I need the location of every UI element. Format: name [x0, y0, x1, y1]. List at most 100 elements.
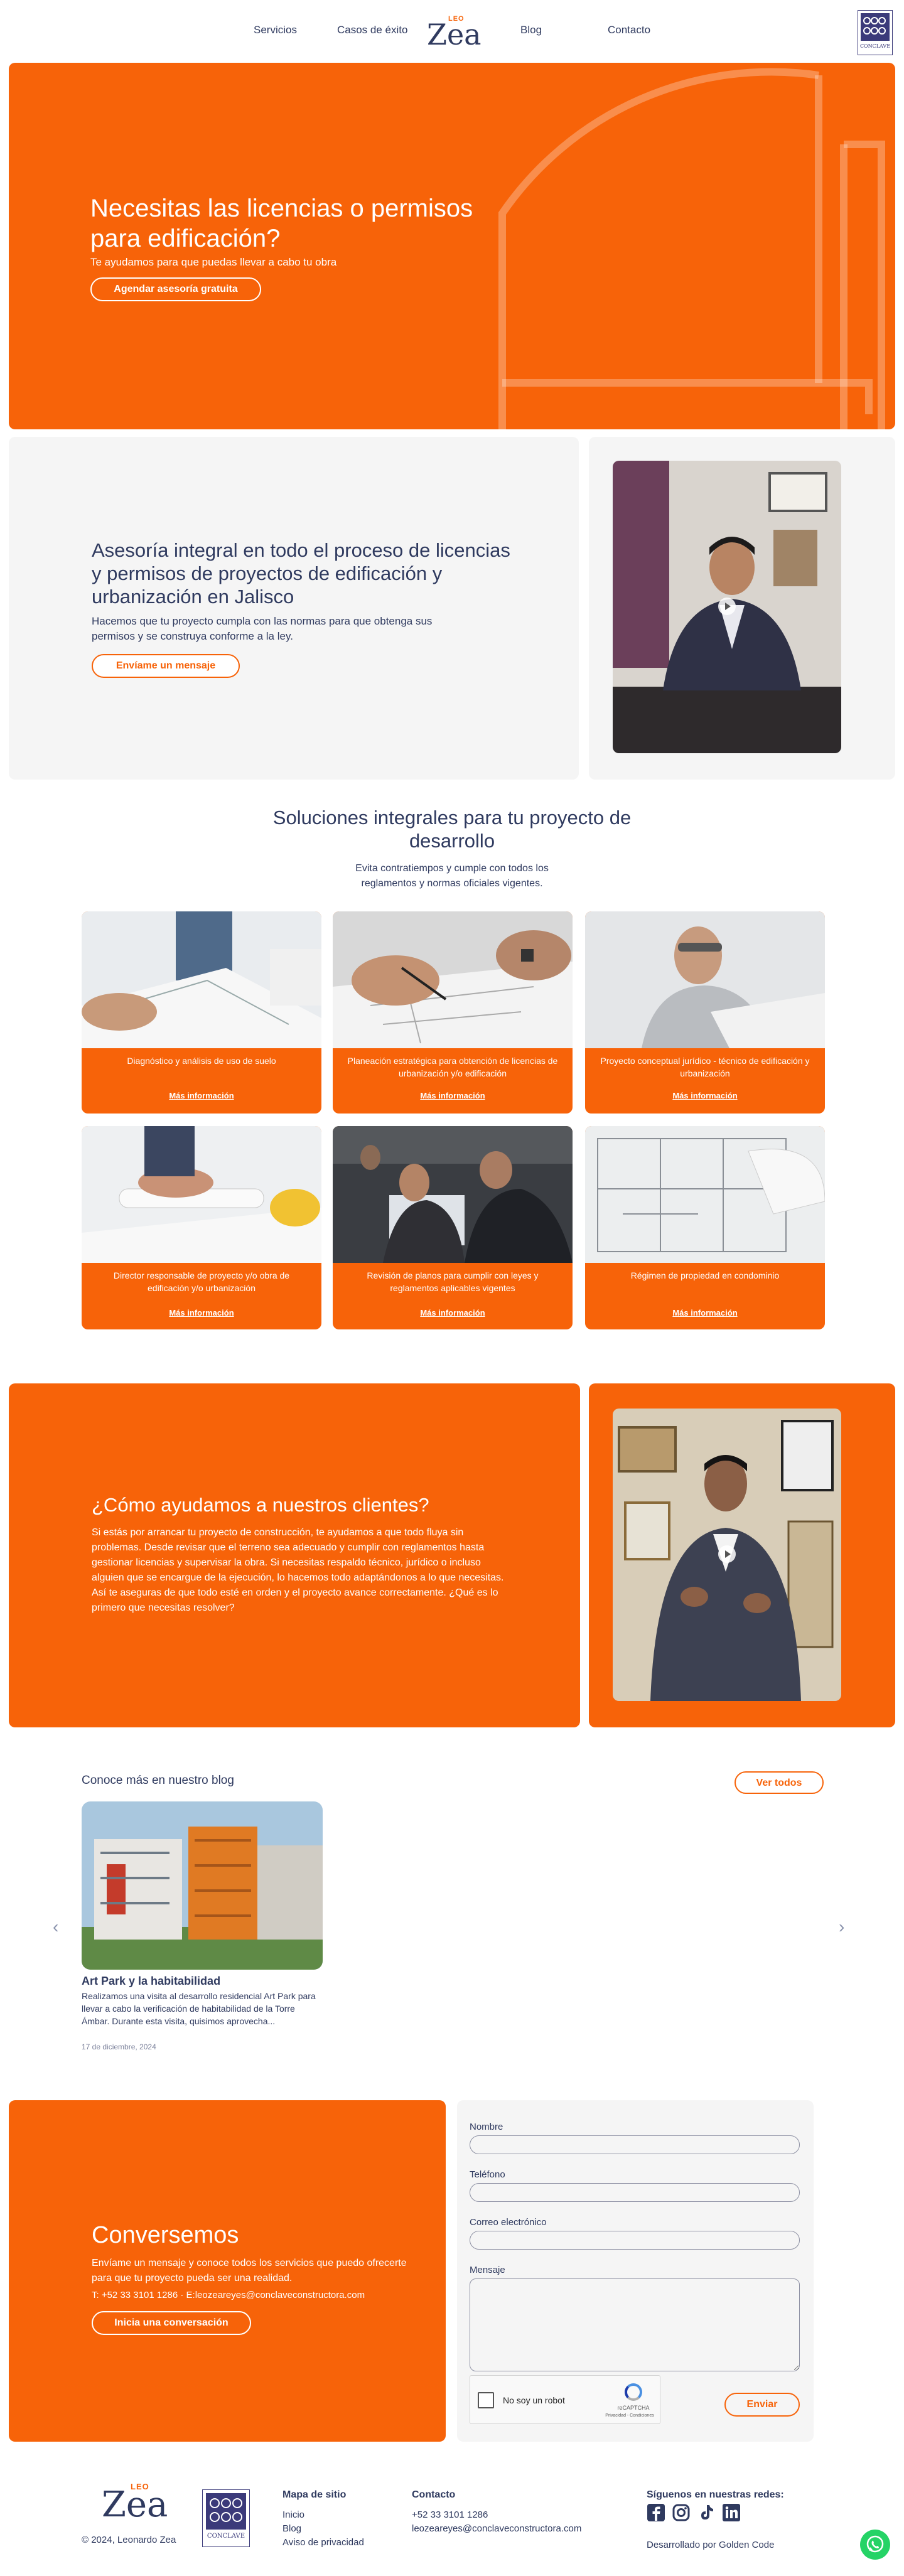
conclave-logo[interactable]: CONCLAVE — [858, 10, 893, 55]
social-title: Síguenos en nuestras redes: — [647, 2489, 784, 2500]
nav-casos-exito[interactable]: Casos de éxito — [337, 24, 407, 36]
hero-title: Necesitas las licencias o permisos para … — [90, 195, 473, 252]
footer-link-blog[interactable]: Blog — [282, 2522, 364, 2536]
residential-towers-image — [82, 1801, 323, 1970]
recaptcha-widget: No soy un robot reCAPTCHA Privacidad - C… — [470, 2375, 660, 2424]
service-card-title: Régimen de propiedad en condominio — [630, 1270, 780, 1280]
solutions-subtitle: Evita contratiempos y cumple con todos l… — [355, 863, 549, 889]
more-info-link[interactable]: Más información — [82, 1308, 321, 1318]
top-navigation: Servicios Casos de éxito LEO Zea Blog Co… — [0, 0, 904, 62]
carousel-next-icon[interactable]: › — [839, 1917, 844, 1937]
captcha-terms[interactable]: Privacidad - Condiciones — [600, 2413, 660, 2418]
whatsapp-icon — [866, 2535, 884, 2553]
linkedin-icon[interactable] — [722, 2503, 741, 2522]
service-card[interactable]: Diagnóstico y análisis de uso de suelo M… — [82, 911, 321, 1114]
tiktok-icon[interactable] — [697, 2503, 716, 2522]
social-icons — [647, 2503, 747, 2523]
more-info-link[interactable]: Más información — [333, 1308, 573, 1318]
conclave-emblem-icon — [861, 13, 890, 41]
email-field[interactable] — [470, 2231, 800, 2250]
conclave-text: CONCLAVE — [859, 43, 891, 49]
captcha-checkbox[interactable] — [478, 2392, 494, 2408]
service-card[interactable]: Planeación estratégica para obtención de… — [333, 911, 573, 1114]
service-card-title: Planeación estratégica para obtención de… — [347, 1056, 558, 1078]
conversemos-text: Envíame un mensaje y conoce todos los se… — [92, 2258, 407, 2284]
engineer-on-phone-image — [585, 911, 825, 1048]
whatsapp-float-button[interactable] — [860, 2530, 890, 2560]
service-card[interactable]: Régimen de propiedad en condominio Más i… — [585, 1126, 825, 1329]
solutions-title: Soluciones integrales para tu proyecto d… — [272, 807, 632, 852]
blog-post-excerpt: Realizamos una visita al desarrollo resi… — [82, 1991, 316, 2026]
logo-leo-zea[interactable]: LEO Zea — [427, 13, 482, 51]
blueprints-meeting-image — [82, 911, 321, 1048]
asesoria-video[interactable] — [613, 461, 841, 753]
team-with-blueprints-image — [82, 1126, 321, 1263]
play-icon[interactable] — [718, 598, 736, 615]
nav-blog[interactable]: Blog — [520, 24, 542, 36]
blog-post-image — [82, 1801, 323, 1970]
nav-contacto[interactable]: Contacto — [608, 24, 650, 36]
instagram-icon[interactable] — [672, 2503, 691, 2522]
service-card-title: Diagnóstico y análisis de uso de suelo — [127, 1056, 276, 1066]
more-info-link[interactable]: Más información — [585, 1091, 825, 1100]
submit-button[interactable]: Enviar — [724, 2393, 800, 2417]
how-we-help-title: ¿Cómo ayudamos a nuestros clientes? — [92, 1494, 429, 1516]
play-icon[interactable] — [718, 1545, 736, 1563]
footer-link-inicio[interactable]: Inicio — [282, 2508, 364, 2522]
sitemap-column: Mapa de sitio Inicio Blog Aviso de priva… — [282, 2488, 364, 2550]
send-message-button[interactable]: Envíame un mensaje — [92, 654, 240, 678]
copyright: © 2024, Leonardo Zea — [82, 2535, 176, 2545]
blog-heading: Conoce más en nuestro blog — [82, 1774, 234, 1787]
conclave-emblem-icon — [206, 2493, 246, 2530]
service-card-title: Director responsable de proyecto y/o obr… — [113, 1270, 290, 1293]
hero-subtitle: Te ayudamos para que puedas llevar a cab… — [90, 256, 337, 268]
carousel-prev-icon[interactable]: ‹ — [53, 1917, 58, 1937]
logo-zea-text: Zea — [427, 18, 482, 51]
office-review-image — [333, 1126, 573, 1263]
phone-field[interactable] — [470, 2183, 800, 2202]
name-field[interactable] — [470, 2135, 800, 2154]
footer-email[interactable]: leozeareyes@conclaveconstructora.com — [412, 2522, 581, 2536]
asesoria-title: Asesoría integral en todo el proceso de … — [92, 539, 510, 608]
service-card[interactable]: Proyecto conceptual jurídico - técnico d… — [585, 911, 825, 1114]
footer-logo-zea-text: Zea — [102, 2484, 168, 2525]
developer-credit[interactable]: Desarrollado por Golden Code — [647, 2540, 774, 2550]
footer-phone[interactable]: +52 33 3101 1286 — [412, 2508, 581, 2522]
contact-title: Contacto — [412, 2489, 456, 2500]
start-conversation-button[interactable]: Inicia una conversación — [92, 2311, 251, 2335]
more-info-link[interactable]: Más información — [585, 1308, 825, 1318]
schedule-consultation-button[interactable]: Agendar asesoría gratuita — [90, 277, 261, 301]
how-we-help-video[interactable] — [613, 1409, 841, 1701]
blog-post-date: 17 de diciembre, 2024 — [82, 2042, 156, 2051]
nav-servicios[interactable]: Servicios — [254, 24, 297, 36]
facebook-icon[interactable] — [647, 2503, 665, 2522]
captcha-brand: reCAPTCHA — [617, 2405, 650, 2411]
recaptcha-icon — [625, 2383, 642, 2401]
footer-logo-leo-zea[interactable]: LEO Zea — [102, 2481, 168, 2525]
footer-conclave-text: CONCLAVE — [207, 2533, 245, 2540]
message-label: Mensaje — [470, 2265, 505, 2275]
more-info-link[interactable]: Más información — [333, 1091, 573, 1100]
sitemap-title: Mapa de sitio — [282, 2489, 347, 2500]
phone-label: Teléfono — [470, 2169, 505, 2180]
name-label: Nombre — [470, 2122, 503, 2132]
asesoria-text: Hacemos que tu proyecto cumpla con las n… — [92, 615, 433, 642]
service-card-title: Proyecto conceptual jurídico - técnico d… — [600, 1056, 810, 1078]
drawing-plans-image — [333, 911, 573, 1048]
asesoria-video-card — [589, 437, 895, 780]
conversemos-section: Conversemos Envíame un mensaje y conoce … — [9, 2100, 446, 2442]
floor-plan-image — [585, 1126, 825, 1263]
service-card[interactable]: Revisión de planos para cumplir con leye… — [333, 1126, 573, 1329]
service-card-title: Revisión de planos para cumplir con leye… — [367, 1270, 539, 1293]
service-card[interactable]: Director responsable de proyecto y/o obr… — [82, 1126, 321, 1329]
how-we-help-section: ¿Cómo ayudamos a nuestros clientes? Si e… — [9, 1383, 580, 1727]
view-all-button[interactable]: Ver todos — [734, 1771, 824, 1794]
message-field[interactable] — [470, 2278, 800, 2371]
footer-conclave-logo[interactable]: CONCLAVE — [202, 2489, 250, 2547]
more-info-link[interactable]: Más información — [82, 1091, 321, 1100]
hero-banner: Necesitas las licencias o permisos para … — [9, 63, 895, 429]
blog-post-title[interactable]: Art Park y la habitabilidad — [82, 1975, 220, 1988]
footer-link-privacy[interactable]: Aviso de privacidad — [282, 2536, 364, 2550]
how-we-help-text: Si estás por arrancar tu proyecto de con… — [92, 1527, 504, 1613]
email-label: Correo electrónico — [470, 2217, 547, 2228]
